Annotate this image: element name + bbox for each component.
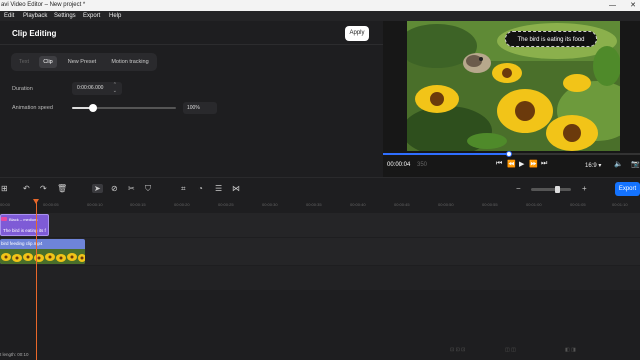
step-back-icon[interactable]: ⏪ xyxy=(507,160,516,168)
adjust-icon[interactable]: ☰ xyxy=(215,184,222,193)
menu-bar: Edit Playback Settings Export Help xyxy=(0,11,640,21)
transition-icon[interactable]: ⋈ xyxy=(232,184,240,193)
ruler-tick: 00:01:10 xyxy=(612,202,628,207)
current-time: 00:00:04 xyxy=(387,162,411,168)
apply-button[interactable]: Apply xyxy=(345,26,369,41)
duration-stepper-icon[interactable]: ⌃ ⌄ xyxy=(113,82,117,94)
skip-to-end-icon[interactable]: ⏭ xyxy=(541,160,547,168)
minimize-button[interactable]: — xyxy=(609,0,616,11)
snapshot-icon[interactable]: 📷 xyxy=(631,160,640,168)
animation-speed-label: Animation speed xyxy=(12,105,53,111)
duration-field[interactable]: 0:00:06.000 ⌃ ⌄ xyxy=(72,82,122,95)
ruler-tick: 00:00:15 xyxy=(130,202,146,207)
track-visibility-icon[interactable]: ◫ ◫ xyxy=(505,347,516,353)
ruler-tick: 00:00:30 xyxy=(262,202,278,207)
ruler-tick: 00:00 xyxy=(0,202,11,207)
delete-icon[interactable]: 🗑 xyxy=(57,184,67,193)
ruler-tick: 00:00:50 xyxy=(438,202,454,207)
preview-panel: The bird is eating its food 00:00:04 350… xyxy=(383,21,640,177)
slider-thumb[interactable] xyxy=(88,104,97,112)
zoom-in-icon[interactable]: + xyxy=(582,184,587,193)
menu-settings[interactable]: Settings xyxy=(54,11,76,21)
empty-track xyxy=(0,266,640,290)
ruler-tick: 00:00:45 xyxy=(394,202,410,207)
select-tool-icon[interactable]: ➤ xyxy=(92,184,103,193)
tab-motion-tracking[interactable]: Motion tracking xyxy=(106,56,154,68)
zoom-out-icon[interactable]: − xyxy=(516,184,521,193)
ruler-tick: 00:00:55 xyxy=(482,202,498,207)
split-icon[interactable]: ✂ xyxy=(128,184,135,193)
progress-thumb[interactable] xyxy=(505,151,512,157)
ruler-tick: 00:01:05 xyxy=(570,202,586,207)
ruler-tick: 00:00:25 xyxy=(218,202,234,207)
menu-playback[interactable]: Playback xyxy=(23,11,47,21)
window-title: avi Video Editor – New project * xyxy=(1,2,86,8)
playback-progress-bar[interactable] xyxy=(383,151,640,157)
track-audio-icon[interactable]: ◧ ◨ xyxy=(565,347,576,353)
video-preview[interactable]: The bird is eating its food xyxy=(407,21,620,151)
hide-icon[interactable]: ⊘ xyxy=(111,184,118,193)
divider xyxy=(0,44,383,45)
menu-help[interactable]: Help xyxy=(109,11,121,21)
menu-export[interactable]: Export xyxy=(83,11,100,21)
timeline-toolbar: ⊞ ↶ ↷ 🗑 ➤ ⊘ ✂ ⛉ ⌗ ◔ ☰ ⋈ − + Export xyxy=(0,177,640,199)
text-clip-label: The bird is eating its f xyxy=(3,228,46,233)
ruler-tick: 00:01:00 xyxy=(526,202,542,207)
current-frame: 350 xyxy=(417,162,428,168)
playhead[interactable] xyxy=(36,199,37,360)
speed-icon[interactable]: ◔ xyxy=(198,184,203,193)
clip-editing-panel: Clip Editing Apply Text Clip New Preset … xyxy=(0,21,383,177)
text-clip-header: Black – medium xyxy=(9,217,38,222)
close-button[interactable]: ✕ xyxy=(630,0,636,11)
title-bar: avi Video Editor – New project * — ✕ xyxy=(0,0,640,11)
video-clip-thumbnails xyxy=(0,249,85,264)
progress-fill xyxy=(383,153,509,155)
ruler-tick: 00:00:40 xyxy=(350,202,366,207)
video-clip[interactable]: bird feeding clip.mp4 xyxy=(0,239,85,264)
zoom-slider[interactable] xyxy=(531,188,571,191)
undo-icon[interactable]: ↶ xyxy=(23,184,30,193)
caption-overlay[interactable]: The bird is eating its food xyxy=(505,31,597,47)
add-track-icon[interactable]: ⊞ xyxy=(1,184,8,193)
duration-value: 0:00:06.000 xyxy=(77,85,104,91)
volume-icon[interactable]: 🔈 xyxy=(614,160,623,168)
aspect-ratio-select[interactable]: 16:9 ▾ xyxy=(585,162,601,169)
app-window: avi Video Editor – New project * — ✕ Edi… xyxy=(0,0,640,360)
playhead-handle[interactable] xyxy=(33,199,39,204)
redo-icon[interactable]: ↷ xyxy=(40,184,47,193)
mask-icon[interactable]: ⛉ xyxy=(145,184,151,193)
text-clip-badge-icon xyxy=(1,217,7,221)
text-clip[interactable]: Black – medium The bird is eating its f xyxy=(0,214,49,236)
animation-speed-slider[interactable] xyxy=(72,104,176,112)
zoom-slider-thumb[interactable] xyxy=(555,186,560,193)
time-ruler[interactable]: 00:00 00:00:05 00:00:10 00:00:15 00:00:2… xyxy=(0,199,640,209)
duration-label: Duration xyxy=(12,86,33,92)
export-button[interactable]: Export xyxy=(615,182,640,196)
skip-to-start-icon[interactable]: ⏮ xyxy=(496,160,502,168)
ruler-tick: 00:00:20 xyxy=(174,202,190,207)
tab-clip[interactable]: Clip xyxy=(39,56,57,68)
menu-edit[interactable]: Edit xyxy=(4,11,14,21)
timeline: 00:00 00:00:05 00:00:10 00:00:15 00:00:2… xyxy=(0,199,640,360)
play-icon[interactable]: ▶ xyxy=(519,160,524,168)
track-lock-icon[interactable]: ⊡ ⊡ ⊡ xyxy=(450,347,465,353)
ruler-tick: 00:00:05 xyxy=(43,202,59,207)
video-track xyxy=(0,238,640,265)
ruler-tick: 00:00:10 xyxy=(87,202,103,207)
tab-text[interactable]: Text xyxy=(15,56,33,68)
tab-new-preset[interactable]: New Preset xyxy=(63,56,101,68)
project-length: t length: 00:10 xyxy=(0,352,29,357)
panel-title: Clip Editing xyxy=(12,29,57,38)
step-forward-icon[interactable]: ⏩ xyxy=(529,160,538,168)
text-track xyxy=(0,213,640,237)
ruler-tick: 00:00:35 xyxy=(306,202,322,207)
animation-speed-field[interactable]: 100% xyxy=(183,102,217,114)
crop-icon[interactable]: ⌗ xyxy=(181,184,186,193)
tab-bar: Text Clip New Preset Motion tracking xyxy=(11,53,157,71)
